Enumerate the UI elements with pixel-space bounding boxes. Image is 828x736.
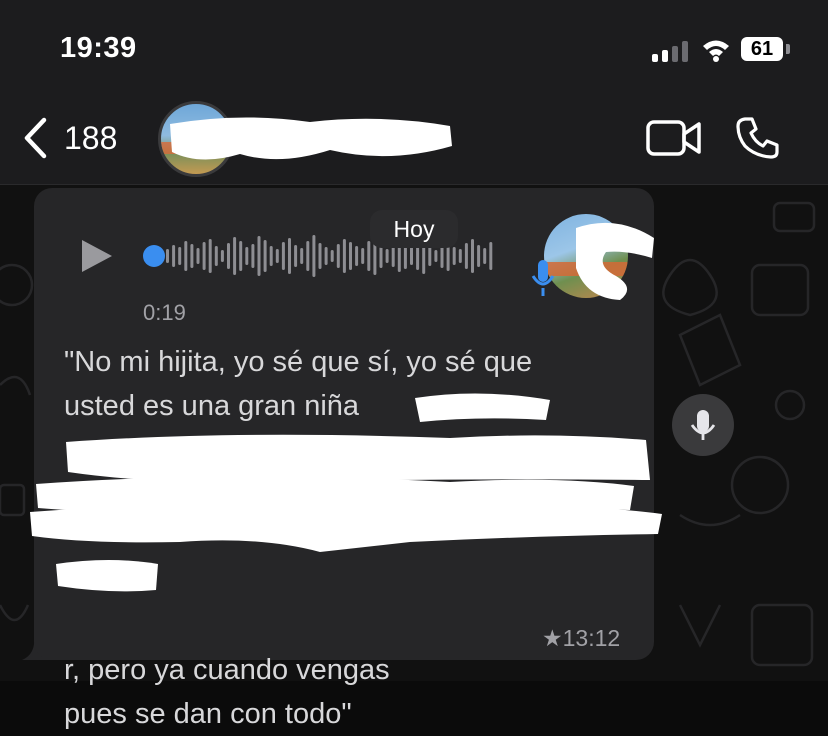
waveform-bar [471,239,474,273]
microphone-icon [690,410,716,440]
waveform-bar [220,250,224,262]
waveform-bar [178,247,182,265]
waveform-bar [312,235,316,277]
chat-header: 188 [0,96,828,185]
playback-scrubber[interactable] [143,245,165,267]
waveform-bar [172,245,176,267]
waveform-bar [190,244,194,268]
waveform-bar [196,248,200,264]
waveform-bar [361,248,365,264]
waveform-bar [428,246,432,266]
waveform-bar [257,236,261,276]
unread-count: 188 [64,119,118,156]
redaction-mark [170,117,452,160]
waveform-bar [306,241,310,271]
waveform-bar [214,246,218,266]
waveform-bar [391,245,395,267]
waveform-bar [318,243,322,269]
waveform-bar [489,242,493,270]
play-icon[interactable] [80,238,114,274]
waveform-bar [227,243,230,269]
waveform-bar [355,246,359,266]
waveform-bar [385,249,389,263]
signal-icon [652,40,692,62]
battery-icon: 61 [741,37,783,61]
waveform-bar [275,249,279,263]
record-voice-button[interactable] [672,394,734,456]
waveform-bar [464,243,468,269]
battery-nub [786,44,790,54]
star-icon: ★ [542,625,563,651]
back-button[interactable]: 188 [22,114,117,162]
chevron-left-icon [24,117,47,159]
date-separator: Hoy [370,210,458,248]
waveform-bar [458,249,462,263]
status-bar: 19:39 61 [0,0,828,96]
waveform-bar [410,247,413,265]
message-time: 13:12 [562,625,621,651]
waveform-bar [477,245,481,267]
waveform-bar [336,244,340,268]
waveform-bar [367,241,371,271]
waveform-bar [324,247,328,265]
waveform-bar [300,248,304,264]
waveform-bar [166,249,169,263]
waveform-bar [251,244,255,268]
waveform-bar [245,247,249,265]
redaction-mark [576,222,654,300]
waveform-bar [483,248,487,264]
waveform-bar [294,245,298,267]
redaction-mark [30,393,662,592]
waveform-bar [342,239,346,273]
waveform-bar [288,238,291,274]
waveform-bar [269,246,273,266]
waveform-bar [184,241,188,271]
waveform-bar [434,250,438,262]
waveform-bar [263,240,267,272]
phone-icon[interactable] [736,116,780,160]
video-call-icon[interactable] [646,118,702,158]
waveform-bar [202,242,206,270]
waveform-bar [452,247,456,265]
waveform-bar [239,241,243,271]
voice-duration: 0:19 [143,300,186,325]
waveform-bar [330,250,334,262]
wifi-icon [703,40,729,62]
status-time: 19:39 [60,32,137,64]
waveform-bar [233,237,237,275]
waveform-bar [208,239,212,273]
microphone-icon [531,260,555,296]
waveform-bar [281,242,285,270]
waveform-bar [349,242,352,270]
message-meta: ★13:12 [542,625,620,652]
